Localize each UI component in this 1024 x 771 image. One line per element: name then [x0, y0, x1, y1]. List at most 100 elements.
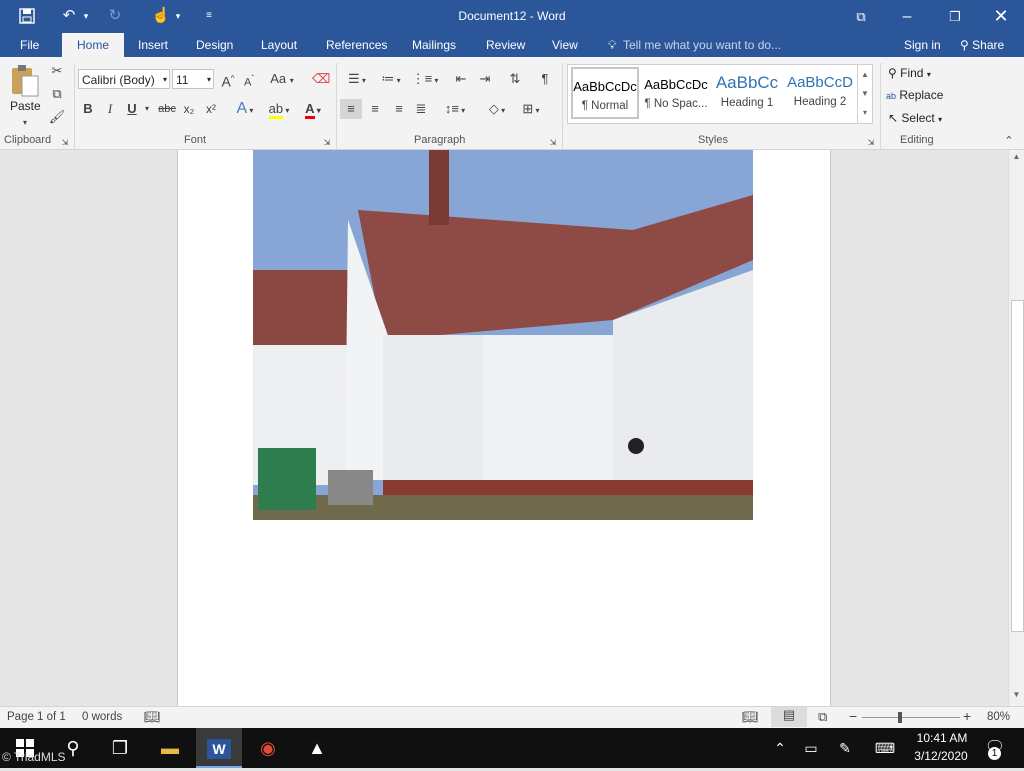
house-photo[interactable]: [253, 150, 753, 520]
proofing-icon[interactable]: 📖︎: [144, 709, 161, 725]
style-name: ¶ No Spac...: [644, 98, 708, 110]
zoom-slider-thumb[interactable]: [898, 712, 902, 723]
tab-review[interactable]: Review: [482, 33, 529, 57]
font-group-label: Font: [184, 134, 207, 146]
styles-group-label: Styles: [698, 134, 728, 146]
format-painter-icon[interactable]: 🖌︎: [48, 107, 66, 127]
strikethrough-button[interactable]: abc: [156, 99, 178, 119]
restore-icon[interactable]: ❐: [932, 0, 978, 33]
show-marks-icon[interactable]: ¶: [536, 69, 554, 89]
increase-indent-icon[interactable]: ⇥: [474, 69, 496, 89]
tab-file[interactable]: File: [16, 33, 43, 57]
scroll-thumb[interactable]: [1011, 300, 1024, 632]
vertical-scrollbar[interactable]: ▲ ▼: [1008, 150, 1024, 706]
ribbon-tabs: File Home Insert Design Layout Reference…: [0, 33, 1024, 57]
style-normal[interactable]: AaBbCcDc ¶ Normal: [571, 67, 639, 119]
scroll-up-icon[interactable]: ▲: [1011, 152, 1022, 161]
find-button[interactable]: ⚲ Find ▾: [888, 63, 931, 83]
line-spacing-icon[interactable]: ↕≡ ▾: [440, 99, 470, 119]
paste-dropdown-icon[interactable]: ▾: [20, 113, 30, 133]
style-no-spacing[interactable]: AaBbCcDc ¶ No Spac...: [642, 67, 710, 119]
tab-references[interactable]: References: [322, 33, 391, 57]
style-preview: AaBbCcDc: [573, 79, 637, 94]
title-bar: ↶ ▾ ↻ ☝ ▾ ≡ Document12 - Word ⧉ – ❐ ✕: [0, 0, 1024, 33]
photos-icon[interactable]: ▲: [294, 728, 340, 768]
bullets-icon[interactable]: ☰ ▾: [342, 69, 372, 89]
minimize-icon[interactable]: –: [884, 0, 930, 33]
keyboard-icon[interactable]: ⌨: [862, 728, 908, 768]
bold-button[interactable]: B: [80, 99, 96, 119]
share-label: Share: [972, 38, 1005, 52]
copy-icon[interactable]: ⧉: [48, 84, 66, 104]
grow-font-icon[interactable]: A^: [219, 69, 237, 90]
italic-button[interactable]: I: [102, 99, 118, 119]
cut-icon[interactable]: ✂: [48, 61, 66, 81]
file-explorer-icon[interactable]: ▬: [147, 728, 193, 768]
chevron-down-icon: ▾: [926, 70, 931, 79]
zoom-in-icon[interactable]: +: [963, 708, 971, 724]
align-left-icon[interactable]: ≡: [340, 99, 362, 119]
taskbar: ⚲ ❐ ▬ W ◉ ▲ © TriadMLS ⌃ ▭ ✎ ⌨ 10:41 AM …: [0, 728, 1024, 768]
zoom-slider[interactable]: [862, 717, 960, 718]
read-mode-icon[interactable]: 📖︎: [742, 709, 759, 725]
replace-button[interactable]: ab Replace: [886, 85, 943, 105]
chrome-icon[interactable]: ◉: [245, 728, 291, 768]
sort-icon[interactable]: ⇅: [504, 69, 526, 89]
font-size-box[interactable]: 11 ▾: [172, 69, 214, 89]
center-icon[interactable]: ≡: [364, 99, 386, 119]
paste-icon[interactable]: [9, 62, 43, 100]
zoom-level[interactable]: 80%: [987, 711, 1010, 723]
sign-in-link[interactable]: Sign in: [900, 33, 945, 57]
tab-mailings[interactable]: Mailings: [408, 33, 460, 57]
text-effects-icon[interactable]: A ▾: [232, 99, 258, 119]
numbering-icon[interactable]: ≔ ▾: [376, 69, 406, 89]
font-family-box[interactable]: Calibri (Body) ▾: [78, 69, 170, 89]
select-button[interactable]: ↖ Select ▾: [888, 108, 942, 128]
tab-view[interactable]: View: [548, 33, 582, 57]
notification-badge: 1: [988, 747, 1001, 760]
task-view-icon[interactable]: ❐: [97, 728, 143, 768]
close-icon[interactable]: ✕: [978, 0, 1024, 33]
shrink-font-icon[interactable]: Aˇ: [240, 69, 258, 89]
tab-layout[interactable]: Layout: [257, 33, 301, 57]
underline-button[interactable]: U: [124, 99, 140, 119]
share-button[interactable]: ⚲ Share: [956, 33, 1008, 57]
align-right-icon[interactable]: ≡: [388, 99, 410, 119]
subscript-button[interactable]: x₂: [180, 99, 198, 119]
multilevel-list-icon[interactable]: ⋮≡ ▾: [410, 69, 440, 89]
chevron-down-icon: ▾: [162, 75, 167, 84]
clock-time[interactable]: 10:41 AM: [912, 731, 972, 745]
zoom-out-icon[interactable]: −: [849, 708, 857, 724]
collapse-ribbon-icon[interactable]: ⌃: [1002, 131, 1016, 151]
tab-home[interactable]: Home: [62, 33, 124, 57]
highlight-icon[interactable]: ab ▾: [264, 99, 294, 119]
justify-icon[interactable]: ≣: [410, 99, 432, 119]
scroll-down-icon[interactable]: ▼: [1011, 690, 1022, 699]
page-count[interactable]: Page 1 of 1: [7, 711, 66, 723]
style-heading-2[interactable]: AaBbCcD Heading 2: [786, 67, 854, 119]
underline-dropdown-icon[interactable]: ▾: [142, 99, 152, 119]
print-layout-icon[interactable]: ▤: [771, 707, 807, 727]
borders-icon[interactable]: ⊞ ▾: [516, 99, 546, 119]
word-app-icon[interactable]: W: [196, 728, 242, 768]
shading-icon[interactable]: ◇ ▾: [482, 99, 512, 119]
font-color-icon[interactable]: A ▾: [298, 99, 328, 119]
chevron-down-icon: ▾: [938, 115, 943, 124]
web-layout-icon[interactable]: ⧉: [818, 709, 827, 725]
tab-design[interactable]: Design: [192, 33, 237, 57]
style-heading-1[interactable]: AaBbCc Heading 1: [713, 67, 781, 119]
tell-me-box[interactable]: Tell me what you want to do...: [619, 33, 785, 57]
clear-formatting-icon[interactable]: ⌫: [312, 69, 330, 89]
style-preview: AaBbCcDc: [644, 77, 708, 92]
word-count[interactable]: 0 words: [82, 711, 122, 723]
change-case-icon[interactable]: Aa ▾: [268, 69, 296, 89]
superscript-button[interactable]: x²: [202, 99, 220, 119]
ribbon-display-icon[interactable]: ⧉: [838, 0, 884, 33]
clock-date[interactable]: 3/12/2020: [910, 749, 972, 763]
styles-scroll[interactable]: ▲ ▼ ▾: [857, 64, 873, 124]
decrease-indent-icon[interactable]: ⇤: [450, 69, 472, 89]
paste-button[interactable]: Paste: [10, 99, 41, 113]
chevron-down-icon: ▾: [206, 75, 211, 84]
style-name: Heading 1: [720, 97, 774, 109]
tab-insert[interactable]: Insert: [134, 33, 172, 57]
